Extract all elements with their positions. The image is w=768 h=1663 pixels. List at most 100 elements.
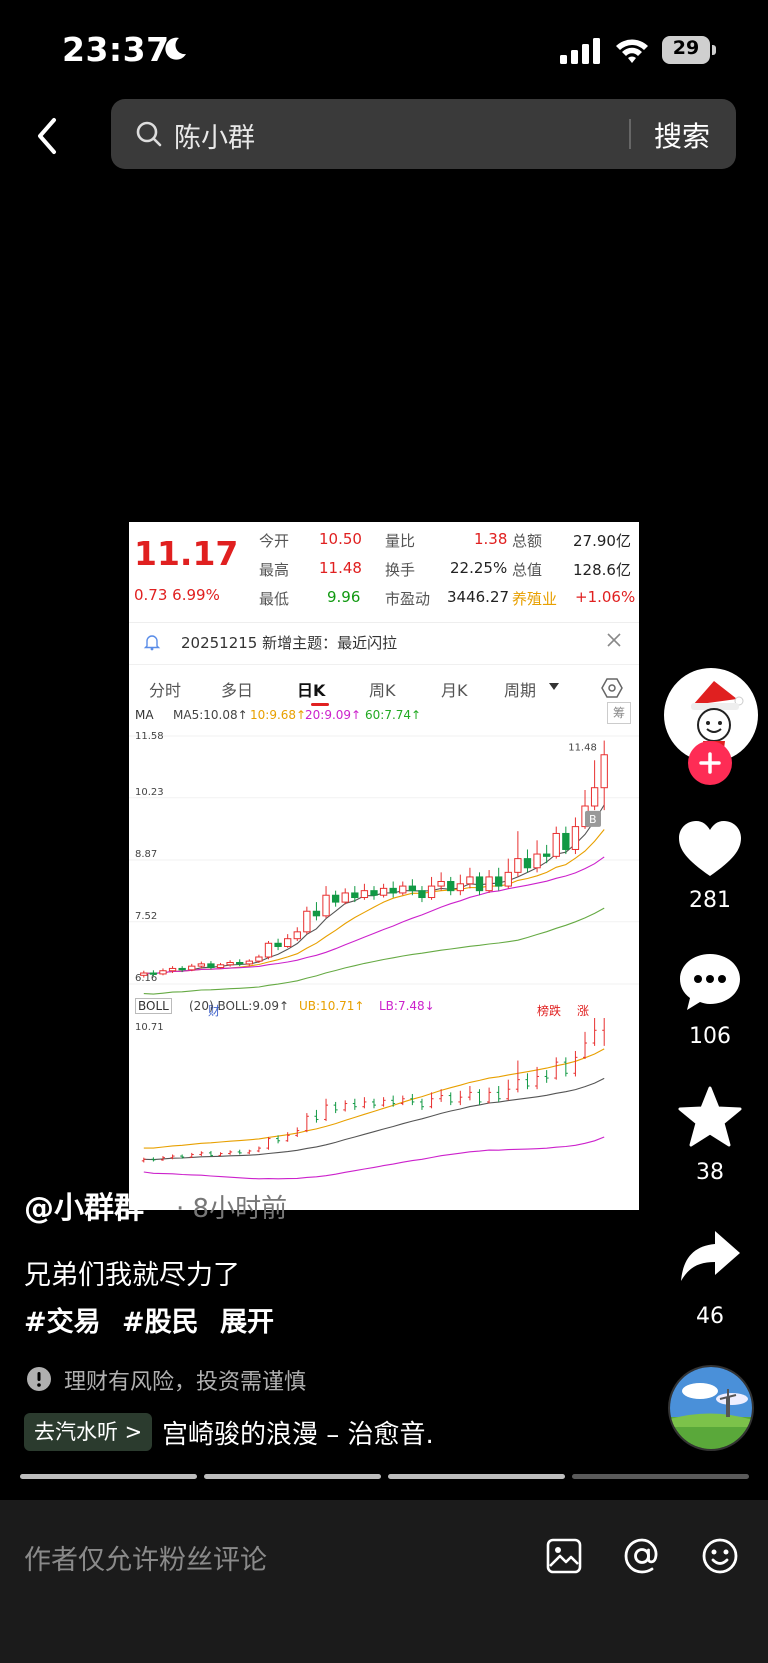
candle-body [447, 881, 455, 892]
mention-icon[interactable] [622, 1536, 662, 1576]
candle-body [427, 885, 436, 899]
candle-body [514, 858, 522, 873]
tab-monthly-k[interactable]: 月K [441, 677, 468, 701]
emoji-icon[interactable] [700, 1536, 740, 1576]
status-time: 23:37 [62, 30, 170, 69]
quote-value: 3446.27 [447, 588, 510, 606]
candle-body [360, 890, 369, 899]
candle-body [533, 853, 541, 869]
candle-body [255, 956, 263, 962]
expand-button[interactable]: 展开 [220, 1307, 274, 1338]
quote-label: 最高 [259, 561, 290, 579]
ma10-value: 10:9.68↑ [250, 708, 307, 722]
candle-body [523, 858, 532, 869]
candle-body [418, 890, 426, 899]
progress-segment [20, 1474, 197, 1479]
author-name[interactable]: @小群群 [24, 1183, 144, 1227]
music-cover-image [670, 1367, 752, 1449]
candle-body [197, 963, 206, 967]
tab-timeshare[interactable]: 分时 [149, 677, 181, 701]
quote-value: 22.25% [450, 559, 508, 577]
candle-body [341, 892, 349, 903]
comment-input[interactable]: 作者仅允许粉丝评论 [24, 1538, 267, 1577]
music-title[interactable]: 宫崎骏的浪漫 – 治愈音. [162, 1414, 434, 1451]
boll-mid-line [143, 1077, 605, 1161]
star-icon[interactable] [677, 1085, 743, 1149]
quote-label: 今开 [259, 532, 290, 550]
tab-daily-k[interactable]: 日K [297, 677, 325, 701]
candle-body [168, 967, 177, 972]
follow-button[interactable] [688, 741, 732, 785]
risk-disclaimer: 理财有风险，投资需谨慎 [64, 1370, 307, 1395]
search-button[interactable]: 搜索 [654, 115, 710, 155]
candle-body [495, 876, 503, 887]
candle-body [303, 910, 311, 933]
candle-body [485, 876, 493, 892]
candle-body [504, 871, 512, 887]
heart-icon[interactable] [677, 818, 743, 882]
comment-bar: 作者仅允许粉丝评论 [0, 1500, 768, 1663]
quote-label: 最低 [259, 590, 290, 608]
plus-icon [699, 752, 721, 774]
stock-price: 11.17 [134, 534, 239, 573]
candle-body [542, 853, 551, 857]
search-bar[interactable]: 陈小群 搜索 [111, 99, 736, 169]
quote-label: 总额 [512, 532, 543, 550]
tab-multiday[interactable]: 多日 [221, 677, 253, 701]
settings-icon[interactable] [601, 677, 623, 699]
candle-body [562, 832, 570, 850]
ma-selector[interactable]: MA [135, 708, 154, 722]
progress-segment [204, 1474, 381, 1479]
progress-segment [388, 1474, 565, 1479]
boll-tick-label: 10.71 [135, 1022, 164, 1033]
ma-row: MA MA5:10.08↑ 10:9.68↑ 20:9.09↑ 60:7.74↑ [129, 706, 639, 728]
listen-chip[interactable]: 去汽水听 > [24, 1413, 153, 1451]
candle-body [188, 965, 196, 971]
battery-level: 29 [672, 37, 700, 59]
boll-selector[interactable]: BOLL [135, 998, 172, 1014]
candle-body [389, 887, 397, 894]
y-tick-label: 10.23 [135, 787, 164, 798]
hashtag-investor[interactable]: #股民 [122, 1307, 199, 1338]
quote-label: 养殖业 [512, 590, 558, 608]
chip-button[interactable]: 筹 [607, 702, 631, 724]
image-icon[interactable] [544, 1536, 584, 1576]
y-tick-label: 11.58 [135, 731, 164, 742]
candle-body [236, 961, 244, 965]
candle-body [408, 885, 417, 892]
search-divider [629, 119, 631, 149]
ma20-line [143, 856, 605, 975]
candle-body [331, 894, 340, 903]
candle-body [226, 961, 234, 966]
search-icon [136, 121, 162, 147]
high-price-label: 11.48 [568, 743, 597, 754]
hashtag-trade[interactable]: #交易 [24, 1307, 101, 1338]
share-icon[interactable] [677, 1225, 743, 1289]
status-bar: 23:37 29 [0, 0, 768, 100]
quote-label: 总值 [512, 561, 543, 579]
candle-body [284, 938, 292, 947]
wifi-icon [616, 39, 648, 63]
tab-period[interactable]: 周期 [504, 677, 536, 701]
boll-ub: UB:10.71↑ [299, 999, 365, 1013]
b-marker-label: B [589, 813, 597, 826]
topic-banner[interactable]: 20251215 新增主题：最近闪拉 [129, 622, 639, 662]
music-disc[interactable] [668, 1365, 754, 1451]
post-description: 兄弟们我就尽力了 [24, 1260, 240, 1291]
back-arrow-icon[interactable] [30, 114, 66, 158]
quote-value: 10.50 [319, 530, 362, 548]
candle-body [437, 881, 445, 887]
candle-body [264, 942, 273, 958]
stock-chart-image[interactable]: 11.17 0.73 6.99% 今开 10.50 最高 11.48 最低 9.… [129, 522, 639, 1210]
chart-tabs: 分时 多日 日K 周K 月K 周期 [129, 664, 639, 708]
comment-icon[interactable] [677, 950, 743, 1014]
boll-row: BOLL (20) BOLL:9.09↑ UB:10.71↑ LB:7.48↓ [129, 996, 639, 1018]
boll-lb-line [143, 1136, 605, 1180]
quote-label: 量比 [385, 532, 416, 550]
tab-weekly-k[interactable]: 周K [369, 677, 396, 701]
close-icon[interactable] [605, 631, 623, 649]
search-input[interactable]: 陈小群 [174, 116, 255, 155]
post-time: · 8小时前 [176, 1194, 288, 1224]
candle-body [216, 964, 225, 969]
candle-body [149, 972, 158, 975]
